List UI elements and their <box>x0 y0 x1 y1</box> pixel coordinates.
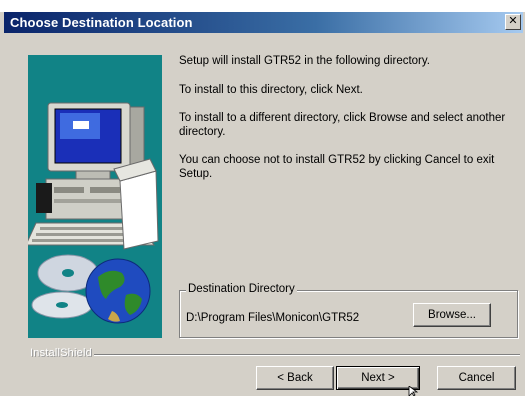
title-bar[interactable]: Choose Destination Location ✕ <box>4 12 523 33</box>
globe-icon <box>85 258 151 324</box>
screen-top-strip <box>0 0 525 12</box>
close-icon[interactable]: ✕ <box>505 14 521 30</box>
footer-divider <box>94 354 520 356</box>
next-instruction-text: To install to this directory, click Next… <box>179 84 363 96</box>
destination-path: D:\Program Files\Monicon\GTR52 <box>186 312 360 324</box>
cancel-button[interactable]: Cancel <box>437 366 516 390</box>
setup-illustration <box>25 55 162 338</box>
destination-directory-label: Destination Directory <box>186 283 297 295</box>
browse-instruction-text: To install to a different directory, cli… <box>179 112 506 138</box>
browse-button[interactable]: Browse... <box>413 303 491 327</box>
installshield-brand: InstallShield <box>30 347 92 359</box>
mouse-cursor-icon <box>408 386 418 396</box>
back-button[interactable]: < Back <box>256 366 334 390</box>
intro-text: Setup will install GTR52 in the followin… <box>179 55 430 67</box>
computer-illustration <box>25 102 159 324</box>
window-title: Choose Destination Location <box>10 15 193 30</box>
cancel-instruction-text: You can choose not to install GTR52 by c… <box>179 154 495 180</box>
